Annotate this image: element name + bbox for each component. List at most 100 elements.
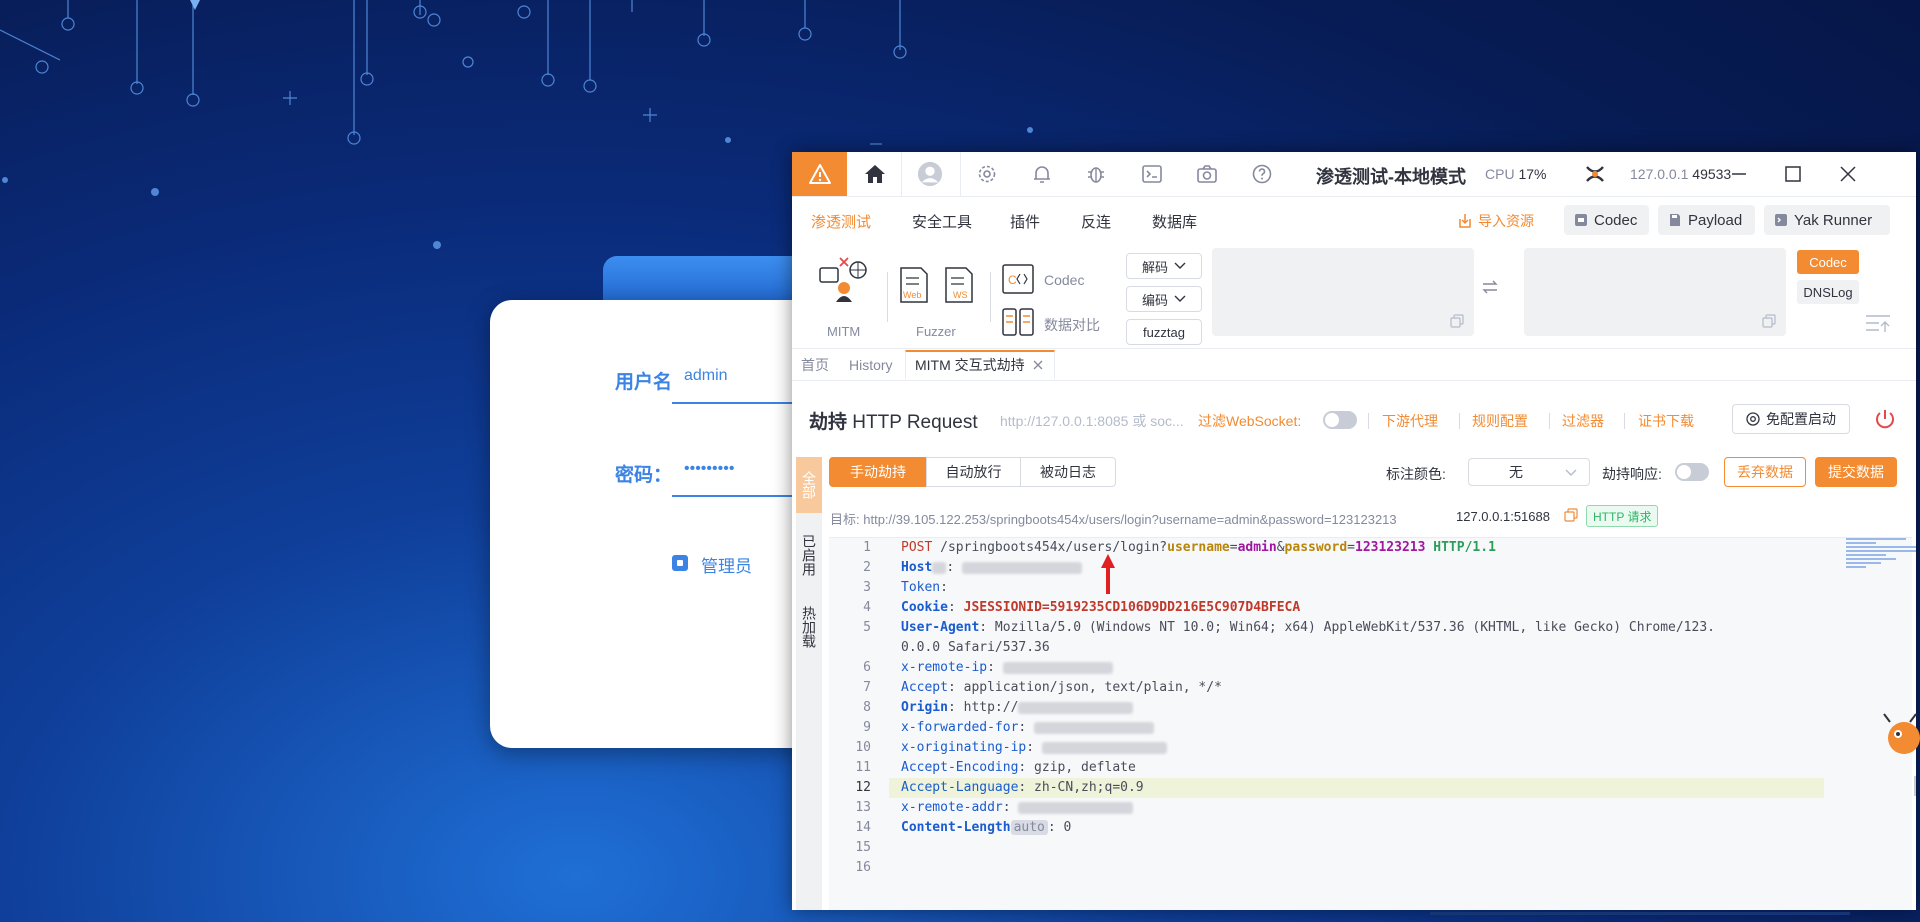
code-line[interactable]: 15 xyxy=(829,838,1829,858)
code-line[interactable]: 11 Accept-Encoding: gzip, deflate xyxy=(829,758,1829,778)
code-line[interactable]: 5 User-Agent: Mozilla/5.0 (Windows NT 10.… xyxy=(829,618,1829,638)
menu-pentest[interactable]: 渗透测试 xyxy=(811,211,871,232)
vtab-all[interactable]: 全部 xyxy=(796,457,822,513)
line-number: 11 xyxy=(855,760,871,775)
filter-link[interactable]: 过滤器 xyxy=(1562,411,1604,431)
hijack-title: 劫持 HTTP Request xyxy=(809,412,978,433)
avatar-icon[interactable] xyxy=(917,161,943,187)
mode-passive-log[interactable]: 被动日志 xyxy=(1020,457,1116,487)
collapse-icon[interactable] xyxy=(1865,314,1891,337)
codec-tool-icon[interactable]: C xyxy=(1002,264,1034,294)
downstream-proxy-link[interactable]: 下游代理 xyxy=(1382,411,1438,431)
line-number: 2 xyxy=(863,560,871,575)
submit-data-button[interactable]: 提交数据 xyxy=(1815,457,1897,487)
web-fuzzer-icon[interactable]: Web xyxy=(899,266,931,306)
help-icon[interactable] xyxy=(1249,162,1275,186)
window-title: 渗透测试-本地模式 xyxy=(1316,167,1466,187)
code-line[interactable]: 13 x-remote-addr: xyxy=(829,798,1829,818)
filter-websocket-label: 过滤WebSocket: xyxy=(1198,413,1302,429)
warning-icon[interactable] xyxy=(792,152,847,196)
bell-icon[interactable] xyxy=(1029,162,1055,186)
menu-reverse[interactable]: 反连 xyxy=(1081,211,1111,232)
color-select[interactable]: 无 xyxy=(1468,458,1590,486)
websocket-fuzzer-icon[interactable]: WS xyxy=(944,266,976,306)
import-resource-button[interactable]: 导入资源 xyxy=(1457,211,1534,231)
power-icon[interactable] xyxy=(1874,408,1896,433)
mode-auto-release[interactable]: 自动放行 xyxy=(926,457,1021,487)
mode-manual-hijack[interactable]: 手动劫持 xyxy=(829,457,927,487)
code-line[interactable]: 4 Cookie: JSESSIONID=5919235CD106D9DD216E… xyxy=(829,598,1829,618)
compare-label[interactable]: 数据对比 xyxy=(1044,315,1100,335)
menu-plugins[interactable]: 插件 xyxy=(1010,211,1040,232)
filter-websocket-switch[interactable] xyxy=(1323,411,1357,429)
hijack-response-switch[interactable] xyxy=(1675,463,1709,481)
yak-runner-button[interactable]: Yak Runner xyxy=(1764,205,1890,235)
menu-database[interactable]: 数据库 xyxy=(1152,211,1197,232)
page-tabs: 首页 History MITM 交互式劫持 xyxy=(792,350,1916,381)
copy-icon[interactable] xyxy=(1762,314,1776,331)
free-config-start-button[interactable]: 免配置启动 xyxy=(1732,404,1850,434)
bug-icon[interactable] xyxy=(1083,162,1109,186)
svg-text:Web: Web xyxy=(903,290,921,300)
svg-text:C: C xyxy=(1008,273,1017,287)
side-dnslog-tab[interactable]: DNSLog xyxy=(1797,280,1859,304)
swap-icon[interactable] xyxy=(1482,280,1498,297)
code-line[interactable]: 0.0.0 Safari/537.36 xyxy=(829,638,1829,658)
code-line[interactable]: 1 POST /springboots454x/users/login?usern… xyxy=(829,538,1829,558)
username-input[interactable]: admin xyxy=(684,367,728,385)
proxy-address-input[interactable]: http://127.0.0.1:8085 或 soc... xyxy=(1000,411,1200,431)
line-number: 8 xyxy=(863,700,871,715)
chevron-down-icon xyxy=(1565,469,1577,476)
code-line[interactable]: 2 Host: xyxy=(829,558,1829,578)
editor-scrollbar[interactable] xyxy=(1914,776,1916,796)
codec-tool-label[interactable]: Codec xyxy=(1044,272,1084,288)
password-input[interactable]: ••••••••• xyxy=(684,460,734,478)
rule-config-link[interactable]: 规则配置 xyxy=(1472,411,1528,431)
code-line[interactable]: 3 Token: xyxy=(829,578,1829,598)
code-line[interactable]: 10 x-originating-ip: xyxy=(829,738,1829,758)
camera-icon[interactable] xyxy=(1194,162,1220,186)
copy-icon[interactable] xyxy=(1564,508,1578,525)
copy-icon[interactable] xyxy=(1450,314,1464,331)
vtab-enabled[interactable]: 已启用 xyxy=(796,525,822,585)
line-number: 7 xyxy=(863,680,871,695)
payload-icon xyxy=(1670,214,1680,226)
code-line[interactable]: 16 xyxy=(829,858,1829,878)
code-minimap[interactable] xyxy=(1846,538,1916,568)
payload-button[interactable]: Payload xyxy=(1658,205,1755,235)
terminal-icon[interactable] xyxy=(1139,162,1165,186)
vtab-hotload[interactable]: 热加载 xyxy=(796,597,822,657)
decode-select[interactable]: 解码 xyxy=(1126,253,1202,279)
code-line[interactable]: 12 Accept-Language: zh-CN,zh;q=0.9 xyxy=(829,778,1829,798)
close-button[interactable] xyxy=(1835,162,1861,186)
code-text: x-remote-addr: xyxy=(901,798,1134,818)
mitm-icon[interactable] xyxy=(818,256,870,304)
fuzztag-button[interactable]: fuzztag xyxy=(1126,319,1202,345)
code-line[interactable]: 14 Content-Length auto: 0 xyxy=(829,818,1829,838)
code-line[interactable]: 9 x-forwarded-for: xyxy=(829,718,1829,738)
cert-download-link[interactable]: 证书下载 xyxy=(1638,411,1694,431)
code-line[interactable]: 7 Accept: application/json, text/plain, *… xyxy=(829,678,1829,698)
encode-select[interactable]: 编码 xyxy=(1126,286,1202,312)
side-codec-tab[interactable]: Codec xyxy=(1797,250,1859,274)
minimize-button[interactable] xyxy=(1726,162,1752,186)
compare-icon[interactable] xyxy=(1002,308,1034,336)
home-icon[interactable] xyxy=(862,162,888,186)
tab-mitm[interactable]: MITM 交互式劫持 xyxy=(905,350,1055,380)
maximize-button[interactable] xyxy=(1780,162,1806,186)
request-editor[interactable]: 1 POST /springboots454x/users/login?usern… xyxy=(829,537,1916,910)
codec-input-box[interactable] xyxy=(1212,248,1474,336)
role-radio[interactable] xyxy=(672,555,688,571)
plugin-vertical-tabs: 全部 已启用 热加载 xyxy=(796,457,822,910)
tool-shortcuts: MITM Web WS Fuzzer C Codec 数据对比 解码 编码 fu… xyxy=(792,242,1916,349)
discard-data-button[interactable]: 丢弃数据 xyxy=(1724,457,1806,487)
tab-home[interactable]: 首页 xyxy=(792,350,838,380)
code-text: Host: xyxy=(901,558,1082,578)
code-line[interactable]: 8 Origin: http:// xyxy=(829,698,1829,718)
code-line[interactable]: 6 x-remote-ip: xyxy=(829,658,1829,678)
menu-security-tools[interactable]: 安全工具 xyxy=(912,211,972,232)
codec-output-box[interactable] xyxy=(1524,248,1786,336)
codec-button[interactable]: Codec xyxy=(1564,205,1649,235)
tab-history[interactable]: History xyxy=(840,350,902,380)
gear-icon[interactable] xyxy=(974,162,1000,186)
